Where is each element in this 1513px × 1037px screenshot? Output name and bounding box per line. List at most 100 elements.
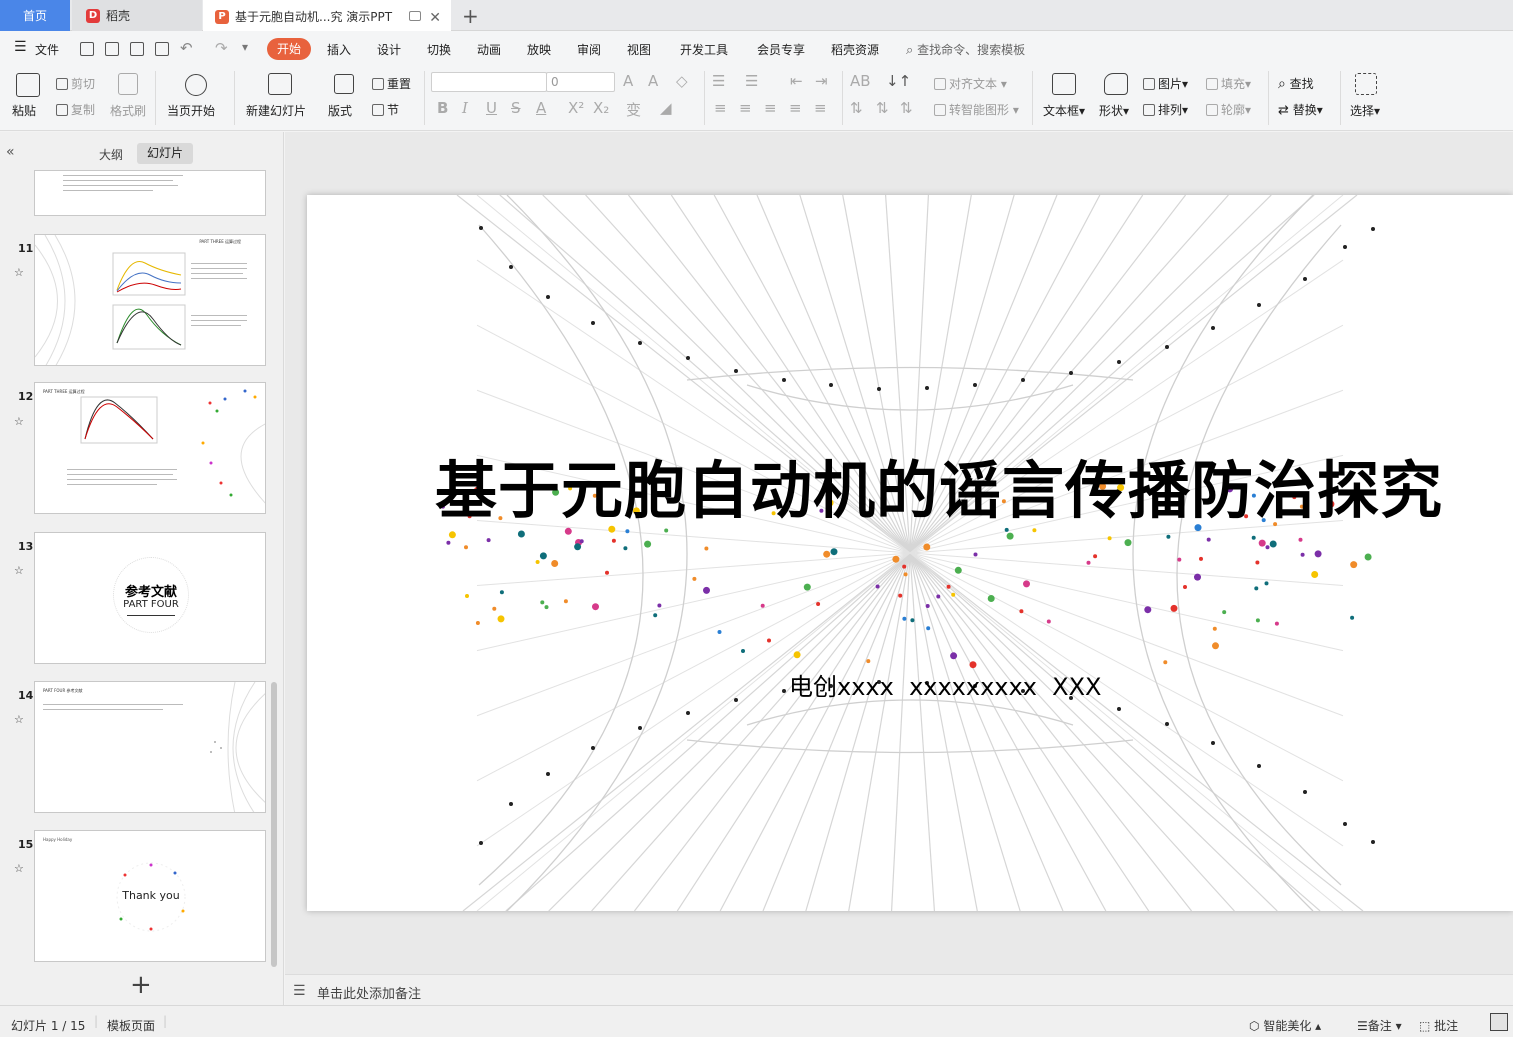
slide-thumbnail-15[interactable]: Happy Holiday Thank you <box>34 830 266 962</box>
format-painter-icon[interactable] <box>118 73 138 95</box>
tab-home[interactable]: 首页 <box>0 0 70 31</box>
undo-icon[interactable]: ↶ <box>180 39 193 57</box>
menu-daoke-resources[interactable]: 稻壳资源 <box>831 41 879 58</box>
menu-developer[interactable]: 开发工具 <box>680 41 728 58</box>
shape-button[interactable]: 形状▾ <box>1099 102 1129 119</box>
menu-file[interactable]: 文件 <box>35 41 59 58</box>
slide-thumbnail-14[interactable]: PART FOUR 参考文献 <box>34 681 266 813</box>
decrease-indent-icon[interactable]: ⇤ <box>790 72 803 90</box>
comments-button[interactable]: ⬚ 批注 <box>1419 1017 1458 1034</box>
section-button[interactable]: 节 <box>372 101 399 118</box>
text-box-icon[interactable] <box>1052 73 1076 95</box>
justify-icon[interactable]: ≡ <box>789 99 802 117</box>
text-direction-icon[interactable]: AB <box>850 72 871 90</box>
paste-icon[interactable] <box>16 73 40 97</box>
font-size-select[interactable]: 0 <box>546 72 615 92</box>
tab-outline[interactable]: 大纲 <box>99 146 123 163</box>
reset-button[interactable]: 重置 <box>372 75 411 92</box>
menu-animation[interactable]: 动画 <box>477 41 501 58</box>
tab-daoke[interactable]: D 稻壳 <box>72 0 202 31</box>
slide-subtitle[interactable]: 电创xxxx xxxxxxxxx XXX <box>789 667 1101 702</box>
select-icon[interactable] <box>1355 73 1377 95</box>
preview-icon[interactable] <box>155 42 169 56</box>
layout-icon[interactable] <box>334 74 354 94</box>
char-spacing-icon[interactable]: 变 <box>626 99 641 120</box>
menu-view[interactable]: 视图 <box>627 41 651 58</box>
bullet-list-icon[interactable]: ☰ <box>712 72 725 90</box>
sort-icon[interactable]: ↓↑ <box>886 72 911 90</box>
tab-document[interactable]: P 基于元胞自动机...究 演示PPT ✕ <box>203 0 451 31</box>
notes-toggle-button[interactable]: ☰备注 ▾ <box>1357 1017 1402 1034</box>
close-tab-icon[interactable]: ✕ <box>429 10 441 26</box>
command-search[interactable]: ⌕ 查找命令、搜索模板 <box>906 41 1025 58</box>
slide-thumbnail-10[interactable] <box>34 170 266 216</box>
outline-button[interactable]: 轮廓▾ <box>1206 101 1251 118</box>
strikethrough-icon[interactable]: S <box>511 99 521 117</box>
slide-thumbnail-13[interactable]: 参考文献 PART FOUR <box>34 532 266 664</box>
layout-button[interactable]: 版式 <box>328 102 352 119</box>
picture-button[interactable]: 图片▾ <box>1143 75 1188 92</box>
from-current-slide-button[interactable]: 当页开始 <box>167 102 215 119</box>
increase-font-icon[interactable]: A <box>623 72 633 90</box>
print-icon[interactable] <box>130 42 144 56</box>
smart-art-button[interactable]: 转智能图形 ▾ <box>934 101 1019 118</box>
increase-indent-icon[interactable]: ⇥ <box>815 72 828 90</box>
tab-slides[interactable]: 幻灯片 <box>137 143 193 164</box>
spacing-icon[interactable]: ⇅ <box>900 99 913 117</box>
slide-thumbnail-12[interactable]: PART THREE 运算过程 <box>34 382 266 514</box>
find-button[interactable]: ⌕ 查找 <box>1278 75 1314 92</box>
redo-icon[interactable]: ↷ <box>215 39 228 57</box>
collapse-panel-icon[interactable]: « <box>6 144 15 160</box>
current-slide[interactable]: 基于元胞自动机的谣言传播防治探究 电创xxxx xxxxxxxxx XXX <box>307 195 1513 911</box>
menu-transition[interactable]: 切换 <box>427 41 451 58</box>
export-icon[interactable] <box>105 42 119 56</box>
align-center-icon[interactable]: ≡ <box>739 99 752 117</box>
line-spacing-icon[interactable]: ⇅ <box>850 99 863 117</box>
new-slide-icon[interactable] <box>268 73 292 95</box>
superscript-icon[interactable]: X² <box>568 99 584 117</box>
quick-access-dropdown-icon[interactable]: ▾ <box>242 40 248 54</box>
arrange-button[interactable]: 排列▾ <box>1143 101 1188 118</box>
align-right-icon[interactable]: ≡ <box>764 99 777 117</box>
align-text-button[interactable]: 对齐文本 ▾ <box>934 75 1007 92</box>
para-spacing-icon[interactable]: ⇅ <box>876 99 889 117</box>
distribute-icon[interactable]: ≡ <box>814 99 827 117</box>
align-left-icon[interactable]: ≡ <box>714 99 727 117</box>
new-slide-button[interactable]: 新建幻灯片 <box>246 102 306 119</box>
shape-icon[interactable] <box>1104 73 1128 95</box>
copy-button[interactable]: 复制 <box>56 101 95 118</box>
format-painter-button[interactable]: 格式刷 <box>110 102 146 119</box>
italic-icon[interactable]: I <box>462 99 468 117</box>
slide-thumbnail-11[interactable]: PART THREE 运算过程 <box>34 234 266 366</box>
panel-scrollbar[interactable] <box>271 682 277 967</box>
menu-review[interactable]: 审阅 <box>577 41 601 58</box>
cut-button[interactable]: 剪切 <box>56 75 95 92</box>
fill-button[interactable]: 填充▾ <box>1206 75 1251 92</box>
paste-button[interactable]: 粘贴 <box>12 102 36 119</box>
smart-beautify-button[interactable]: ⬡ 智能美化 ▴ <box>1249 1017 1321 1034</box>
underline-icon[interactable]: U <box>486 99 497 117</box>
replace-button[interactable]: ⇄ 替换▾ <box>1278 101 1323 118</box>
menu-member[interactable]: 会员专享 <box>757 41 805 58</box>
window-icon[interactable] <box>409 11 421 21</box>
menu-slideshow[interactable]: 放映 <box>527 41 551 58</box>
clear-format-icon[interactable]: ◇ <box>676 72 688 90</box>
template-page-button[interactable]: 模板页面 <box>107 1017 155 1034</box>
add-slide-icon[interactable]: + <box>130 970 152 1000</box>
hamburger-icon[interactable]: ☰ <box>14 39 27 55</box>
bold-icon[interactable]: B <box>437 99 448 117</box>
normal-view-icon[interactable] <box>1490 1013 1508 1031</box>
select-button[interactable]: 选择▾ <box>1350 102 1380 119</box>
menu-design[interactable]: 设计 <box>377 41 401 58</box>
menu-insert[interactable]: 插入 <box>327 41 351 58</box>
play-icon[interactable] <box>185 74 207 96</box>
slide-title[interactable]: 基于元胞自动机的谣言传播防治探究 <box>435 440 1443 530</box>
notes-pane[interactable]: ☰ 单击此处添加备注 <box>285 974 1513 1005</box>
decrease-font-icon[interactable]: A <box>648 72 658 90</box>
text-box-button[interactable]: 文本框▾ <box>1043 102 1085 119</box>
highlight-icon[interactable]: ◢ <box>660 99 672 117</box>
new-tab-icon[interactable]: + <box>462 4 479 28</box>
save-icon[interactable] <box>80 42 94 56</box>
subscript-icon[interactable]: X₂ <box>593 99 609 117</box>
menu-start[interactable]: 开始 <box>267 38 311 60</box>
